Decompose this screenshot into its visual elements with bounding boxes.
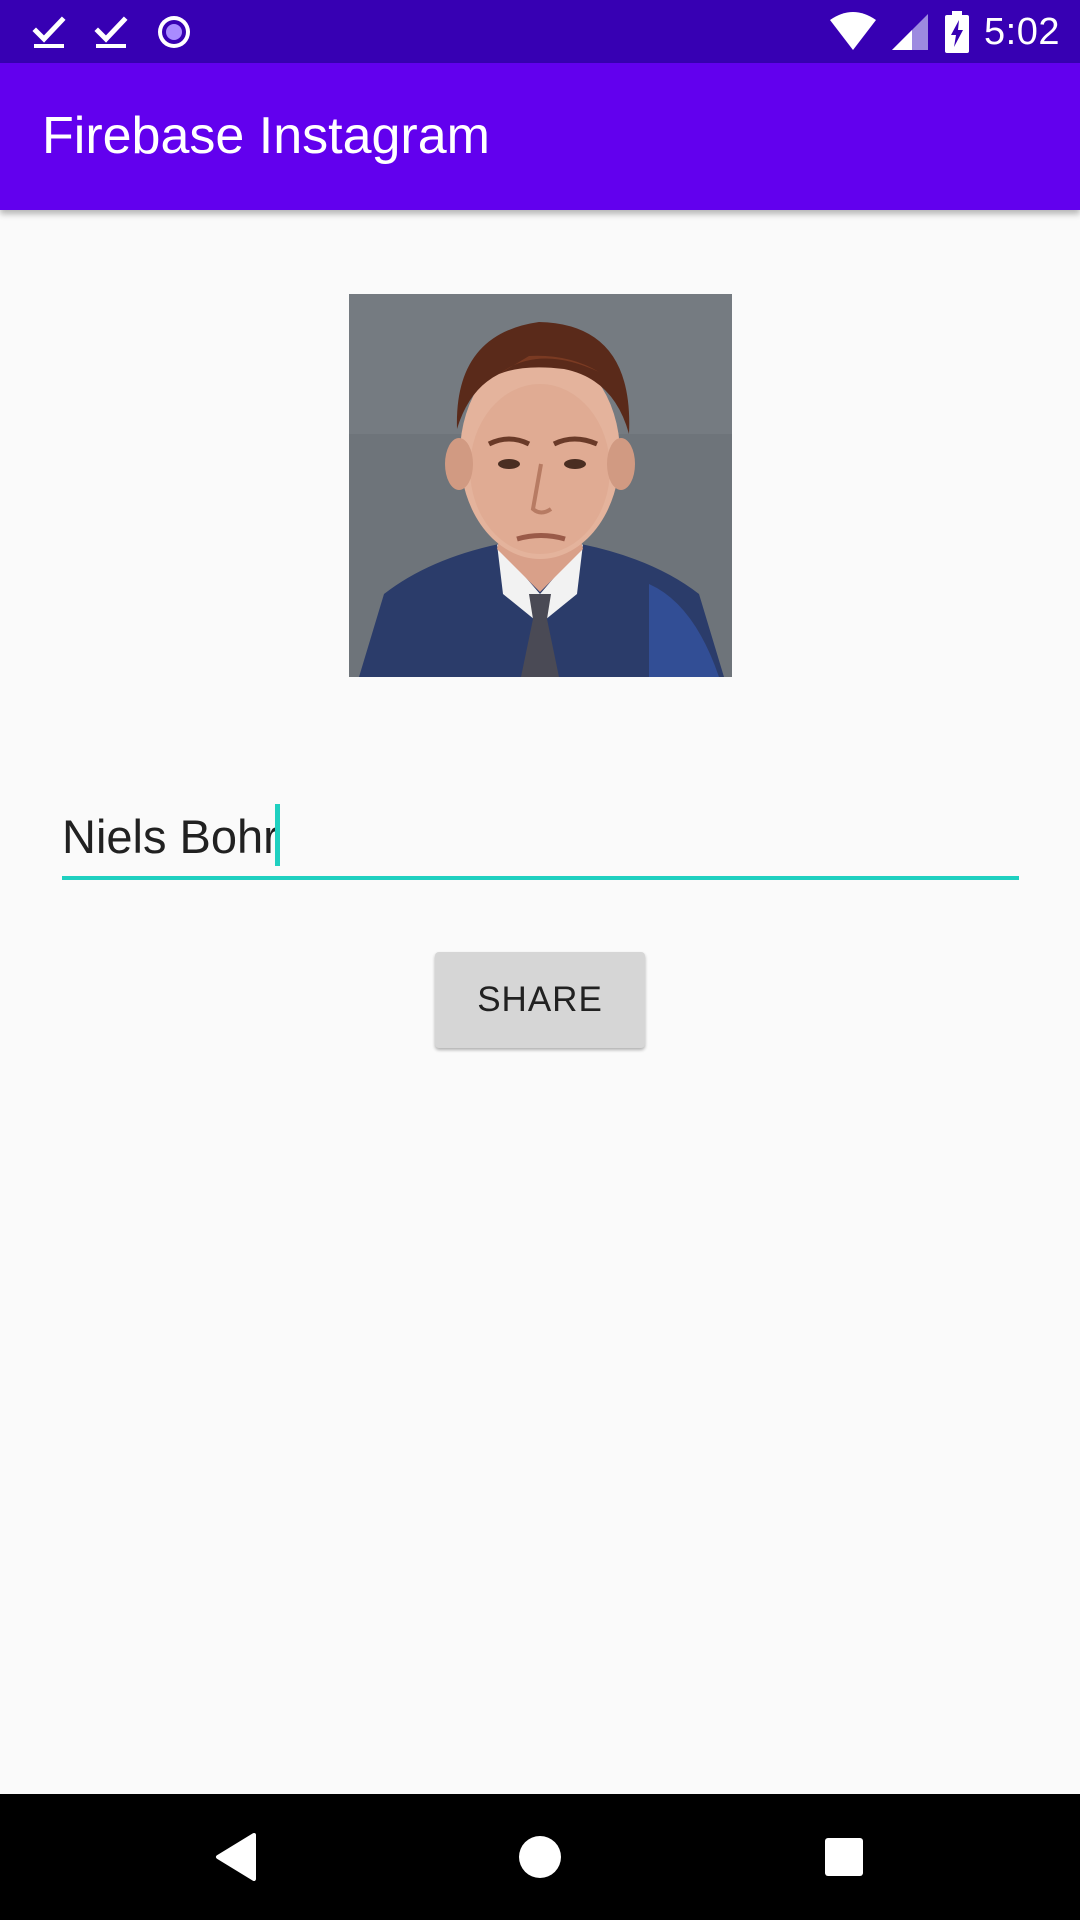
share-button[interactable]: SHARE: [435, 952, 645, 1048]
recents-icon: [825, 1838, 863, 1876]
download-done-icon: [94, 16, 128, 48]
wifi-icon: [830, 12, 877, 50]
sync-circle-icon: [158, 16, 190, 48]
status-clock: 5:02: [984, 10, 1060, 53]
caption-field[interactable]: [62, 796, 1019, 880]
notification-icons: [30, 10, 216, 54]
selected-photo[interactable]: [349, 294, 732, 677]
caption-input[interactable]: [62, 796, 1019, 876]
status-bar: 5:02: [0, 0, 1080, 63]
recents-button[interactable]: [781, 1794, 907, 1920]
navigation-bar: [0, 1794, 1080, 1920]
home-button[interactable]: [477, 1794, 603, 1920]
home-icon: [519, 1836, 561, 1878]
back-button[interactable]: [173, 1794, 299, 1920]
portrait-photo: [349, 294, 732, 677]
back-icon: [216, 1833, 256, 1881]
system-icons: 5:02: [830, 10, 1060, 54]
download-done-icon: [32, 16, 66, 48]
text-cursor: [275, 804, 280, 866]
battery-charging-icon: [945, 11, 970, 53]
app-title: Firebase Instagram: [42, 107, 490, 165]
cell-signal-icon: [892, 14, 929, 50]
app-bar: Firebase Instagram: [0, 63, 1080, 210]
